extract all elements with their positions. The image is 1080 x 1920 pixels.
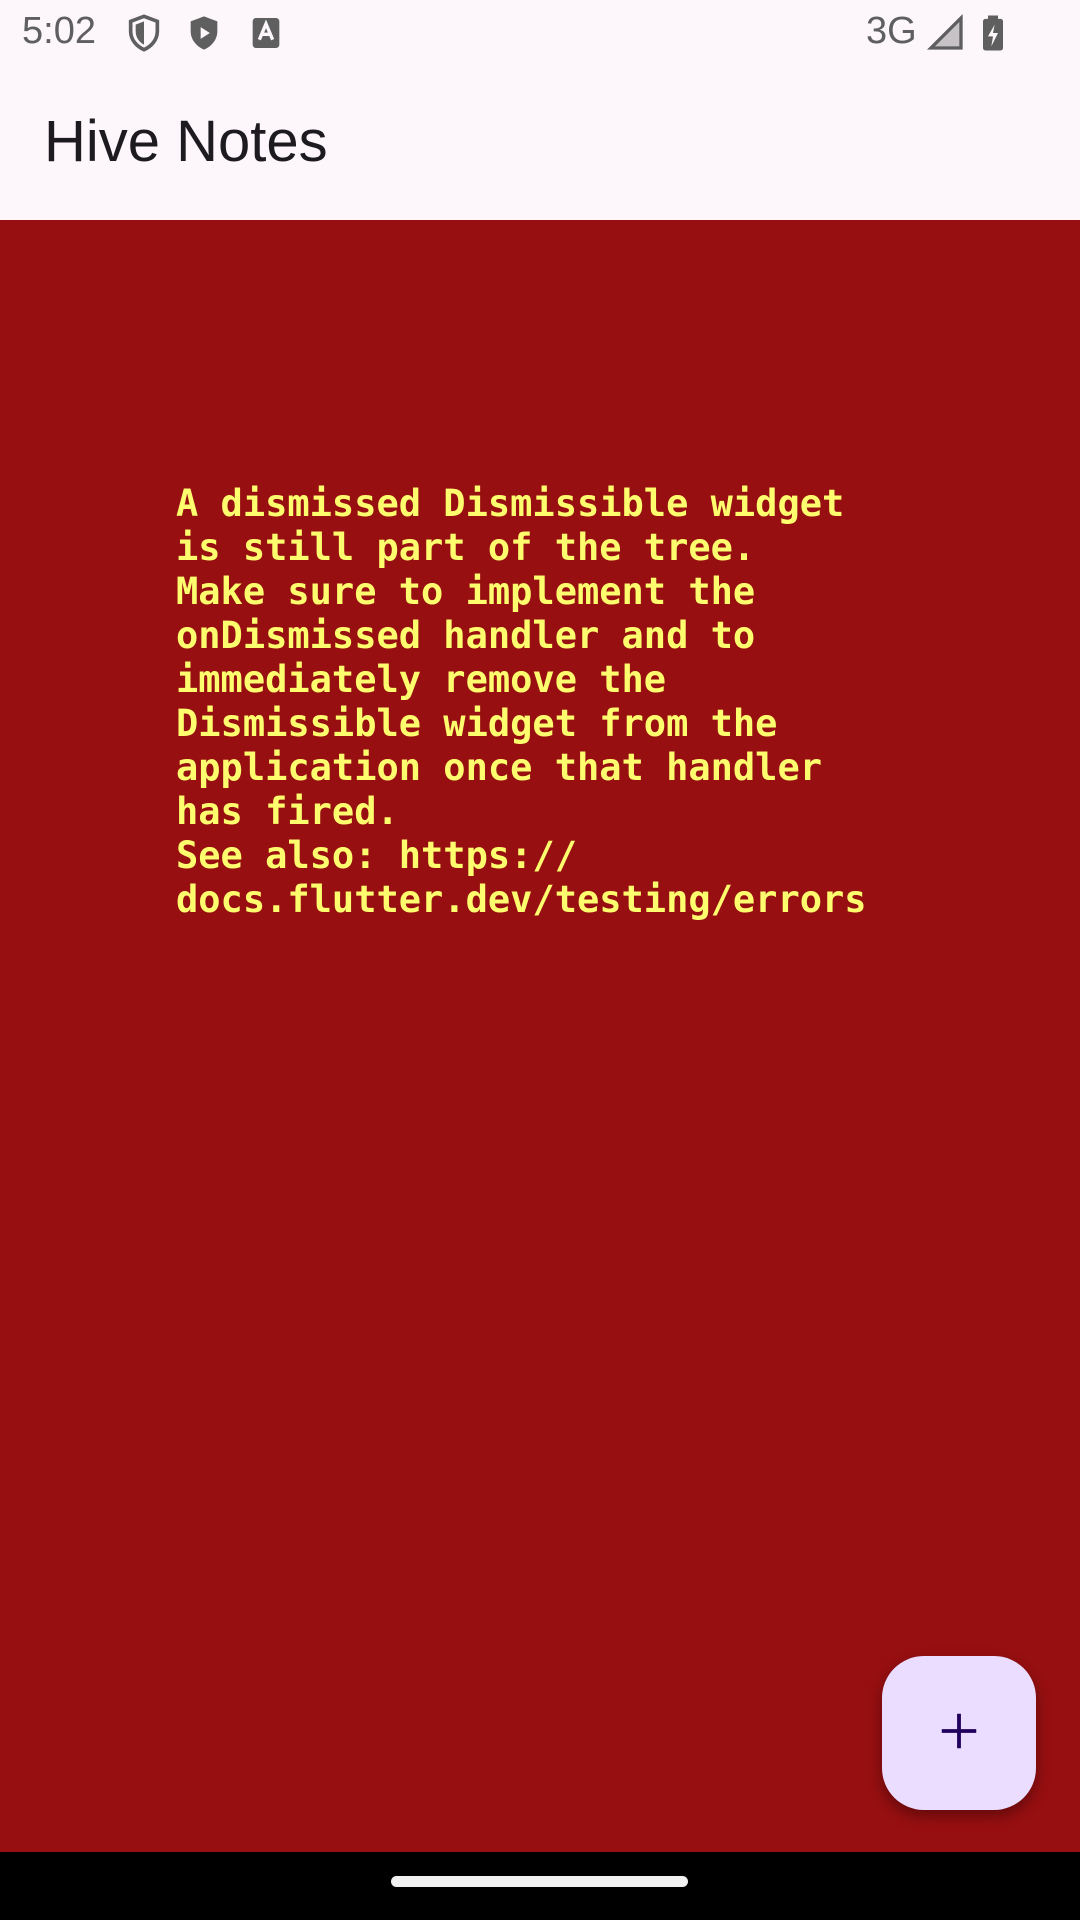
signal-icon [926, 13, 966, 53]
plus-icon [936, 1708, 982, 1759]
status-time: 5:02 [22, 10, 96, 52]
network-type: 3G [866, 10, 917, 52]
app-bar: Hive Notes [0, 66, 1080, 220]
shield-play-icon [184, 13, 224, 53]
error-screen: A dismissed Dismissible widget is still … [0, 220, 1080, 1852]
page-title: Hive Notes [44, 109, 328, 174]
add-note-button[interactable] [882, 1656, 1036, 1810]
battery-charging-icon [973, 13, 1013, 53]
system-nav-bar [0, 1852, 1080, 1920]
status-bar: 5:02 3G [0, 0, 1080, 66]
shield-outline-icon [124, 13, 164, 53]
error-message: A dismissed Dismissible widget is still … [176, 482, 867, 921]
text-a-icon [246, 13, 286, 53]
home-gesture-handle[interactable] [391, 1876, 688, 1887]
